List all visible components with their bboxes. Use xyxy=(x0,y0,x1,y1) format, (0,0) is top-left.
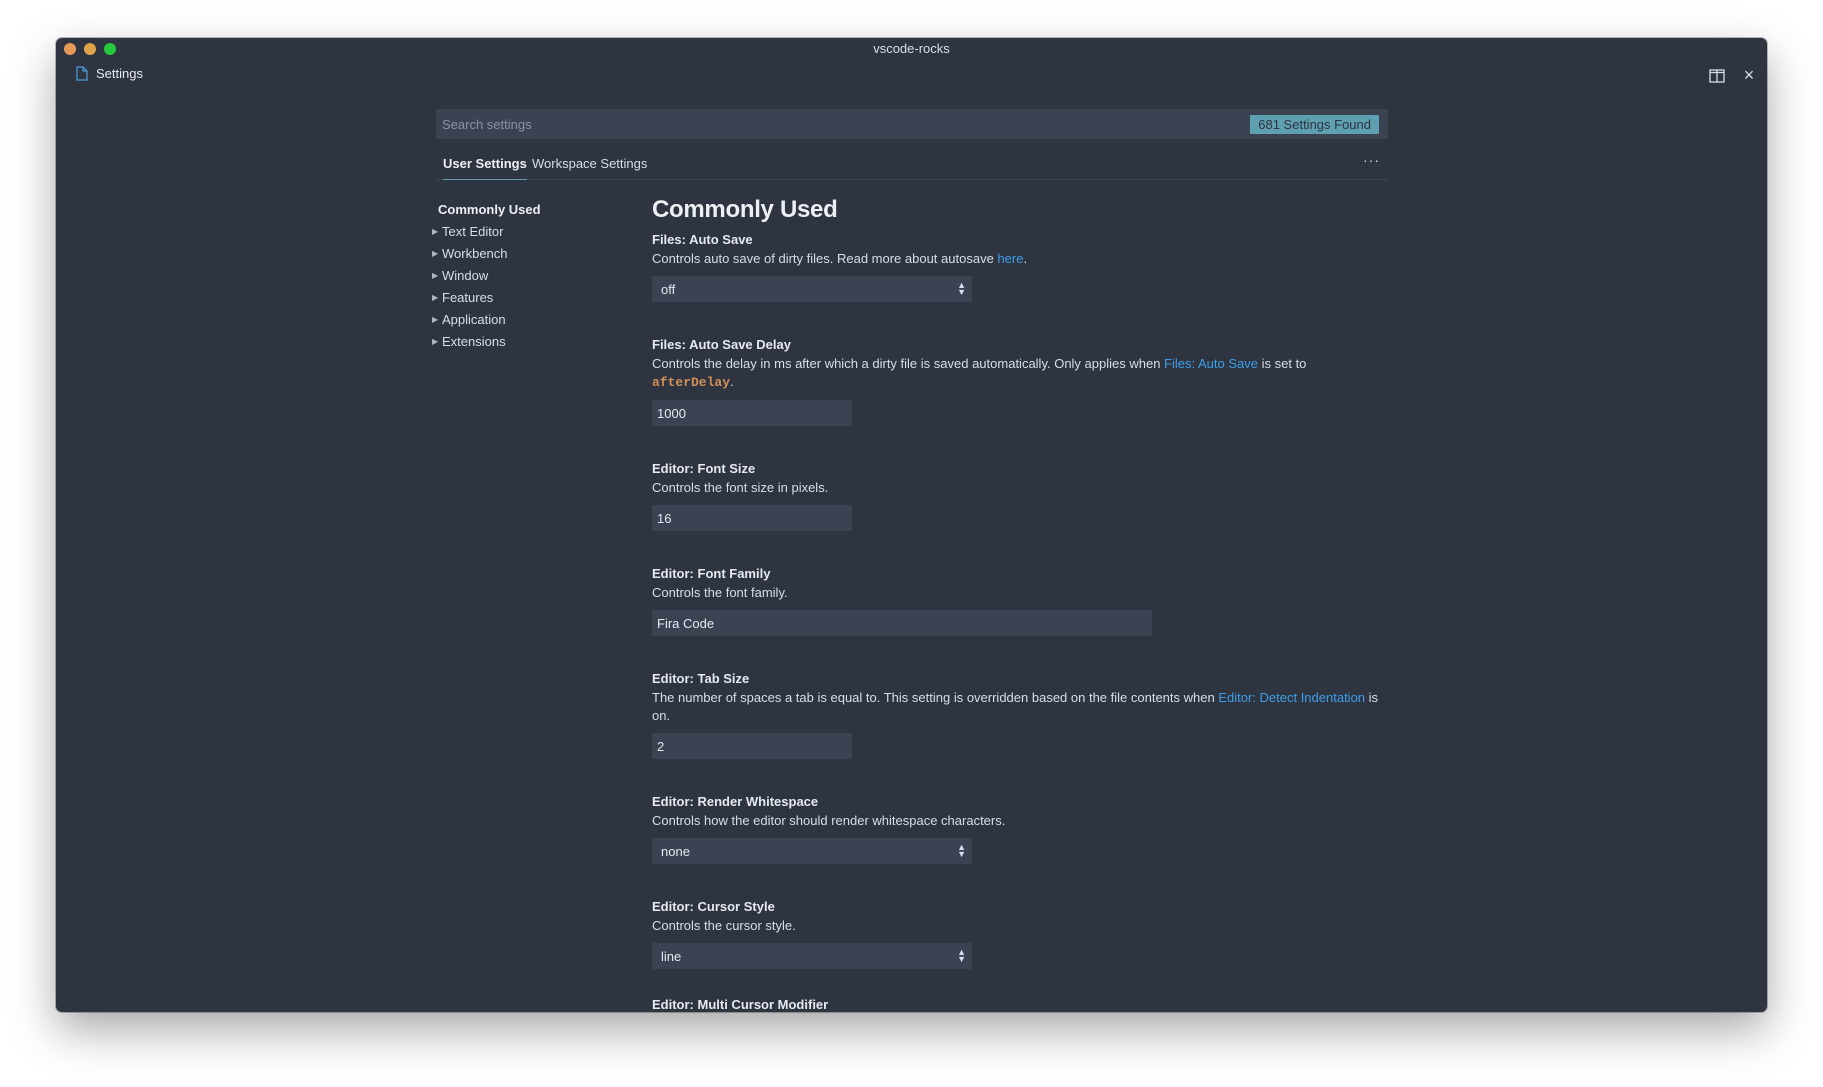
tab-user-settings[interactable]: User Settings xyxy=(443,156,527,180)
autosave-link[interactable]: here xyxy=(997,251,1023,266)
toc-item-extensions[interactable]: ▶ Extensions xyxy=(432,330,632,352)
setting-editor-cursor-style: Editor: Cursor Style Controls the cursor… xyxy=(652,896,1392,1001)
setting-title: Files: Auto Save Delay xyxy=(652,337,791,352)
settings-list: Commonly Used Files: Auto Save Controls … xyxy=(652,196,1392,1012)
close-editor-icon[interactable]: × xyxy=(1741,65,1757,86)
split-editor-icon[interactable] xyxy=(1709,69,1725,83)
search-input[interactable] xyxy=(436,116,1251,132)
chevron-right-icon: ▶ xyxy=(432,292,439,302)
chevron-right-icon: ▶ xyxy=(432,248,439,258)
toc-item-features[interactable]: ▶ Features xyxy=(432,286,632,308)
search-bar: 681 Settings Found xyxy=(436,109,1388,139)
more-actions-icon[interactable]: ··· xyxy=(1363,152,1380,168)
font-size-input[interactable]: 16 xyxy=(652,505,852,531)
setting-title: Editor: Font Size xyxy=(652,461,756,476)
editor-tab-bar: Settings × xyxy=(56,60,1767,94)
detect-indentation-link[interactable]: Editor: Detect Indentation xyxy=(1218,690,1365,705)
setting-description: The number of spaces a tab is equal to. … xyxy=(652,690,1379,723)
chevron-right-icon: ▶ xyxy=(432,270,439,280)
vscode-window: vscode-rocks Settings × 681 Settings Fou… xyxy=(56,38,1767,1012)
settings-editor-tab[interactable]: Settings xyxy=(76,66,143,81)
setting-description: Controls auto save of dirty files. Read … xyxy=(652,251,1028,266)
tab-size-input[interactable]: 2 xyxy=(652,733,852,759)
setting-description: Controls the delay in ms after which a d… xyxy=(652,356,1307,390)
toc-item-commonly-used[interactable]: Commonly Used xyxy=(432,198,632,220)
chevron-right-icon: ▶ xyxy=(432,226,439,236)
files-auto-save-link[interactable]: Files: Auto Save xyxy=(1164,356,1258,371)
cursor-style-select[interactable]: line ▲ ▼ xyxy=(652,943,972,969)
auto-save-select[interactable]: off ▲ ▼ xyxy=(652,276,972,302)
chevron-right-icon: ▶ xyxy=(432,314,439,324)
setting-editor-font-family: Editor: Font Family Controls the font fa… xyxy=(652,563,1392,668)
setting-files-auto-save-delay: Files: Auto Save Delay Controls the dela… xyxy=(652,334,1392,458)
setting-editor-render-whitespace: Editor: Render Whitespace Controls how t… xyxy=(652,791,1392,896)
setting-files-auto-save: Files: Auto Save Controls auto save of d… xyxy=(652,229,1392,334)
toc-item-window[interactable]: ▶ Window xyxy=(432,264,632,286)
file-icon xyxy=(76,66,88,81)
editor-tab-label: Settings xyxy=(96,66,143,81)
window-title: vscode-rocks xyxy=(873,41,950,56)
render-whitespace-select[interactable]: none ▲ ▼ xyxy=(652,838,972,864)
select-arrows-icon: ▲ ▼ xyxy=(957,947,966,964)
setting-title: Files: Auto Save xyxy=(652,232,753,247)
toc-item-workbench[interactable]: ▶ Workbench xyxy=(432,242,632,264)
auto-save-delay-input[interactable]: 1000 xyxy=(652,400,852,426)
toc-item-text-editor[interactable]: ▶ Text Editor xyxy=(432,220,632,242)
toc-item-application[interactable]: ▶ Application xyxy=(432,308,632,330)
tab-workspace-settings[interactable]: Workspace Settings xyxy=(532,156,647,171)
section-title: Commonly Used xyxy=(652,196,838,223)
setting-title: Editor: Font Family xyxy=(652,566,771,581)
setting-title: Editor: Cursor Style xyxy=(652,899,775,914)
setting-editor-tab-size: Editor: Tab Size The number of spaces a … xyxy=(652,668,1392,791)
settings-count-badge: 681 Settings Found xyxy=(1250,114,1379,134)
setting-description: Controls the font family. xyxy=(652,585,788,600)
select-arrows-icon: ▲ ▼ xyxy=(957,280,966,297)
setting-description: Controls the font size in pixels. xyxy=(652,480,829,495)
setting-description: Controls how the editor should render wh… xyxy=(652,813,1006,828)
setting-title: Editor: Tab Size xyxy=(652,671,750,686)
setting-description: Controls the cursor style. xyxy=(652,918,796,933)
setting-editor-multi-cursor-modifier: Editor: Multi Cursor Modifier xyxy=(652,997,1392,1012)
select-arrows-icon: ▲ ▼ xyxy=(957,842,966,859)
setting-title: Editor: Render Whitespace xyxy=(652,794,819,809)
setting-title: Editor: Multi Cursor Modifier xyxy=(652,997,829,1012)
title-bar: vscode-rocks xyxy=(56,38,1767,60)
setting-editor-font-size: Editor: Font Size Controls the font size… xyxy=(652,458,1392,563)
chevron-right-icon: ▶ xyxy=(432,336,439,346)
settings-scope-tabs: User Settings Workspace Settings ··· xyxy=(436,148,1388,180)
settings-toc: Commonly Used ▶ Text Editor ▶ Workbench ▶ W… xyxy=(432,198,632,352)
font-family-input[interactable]: Fira Code xyxy=(652,610,1152,636)
